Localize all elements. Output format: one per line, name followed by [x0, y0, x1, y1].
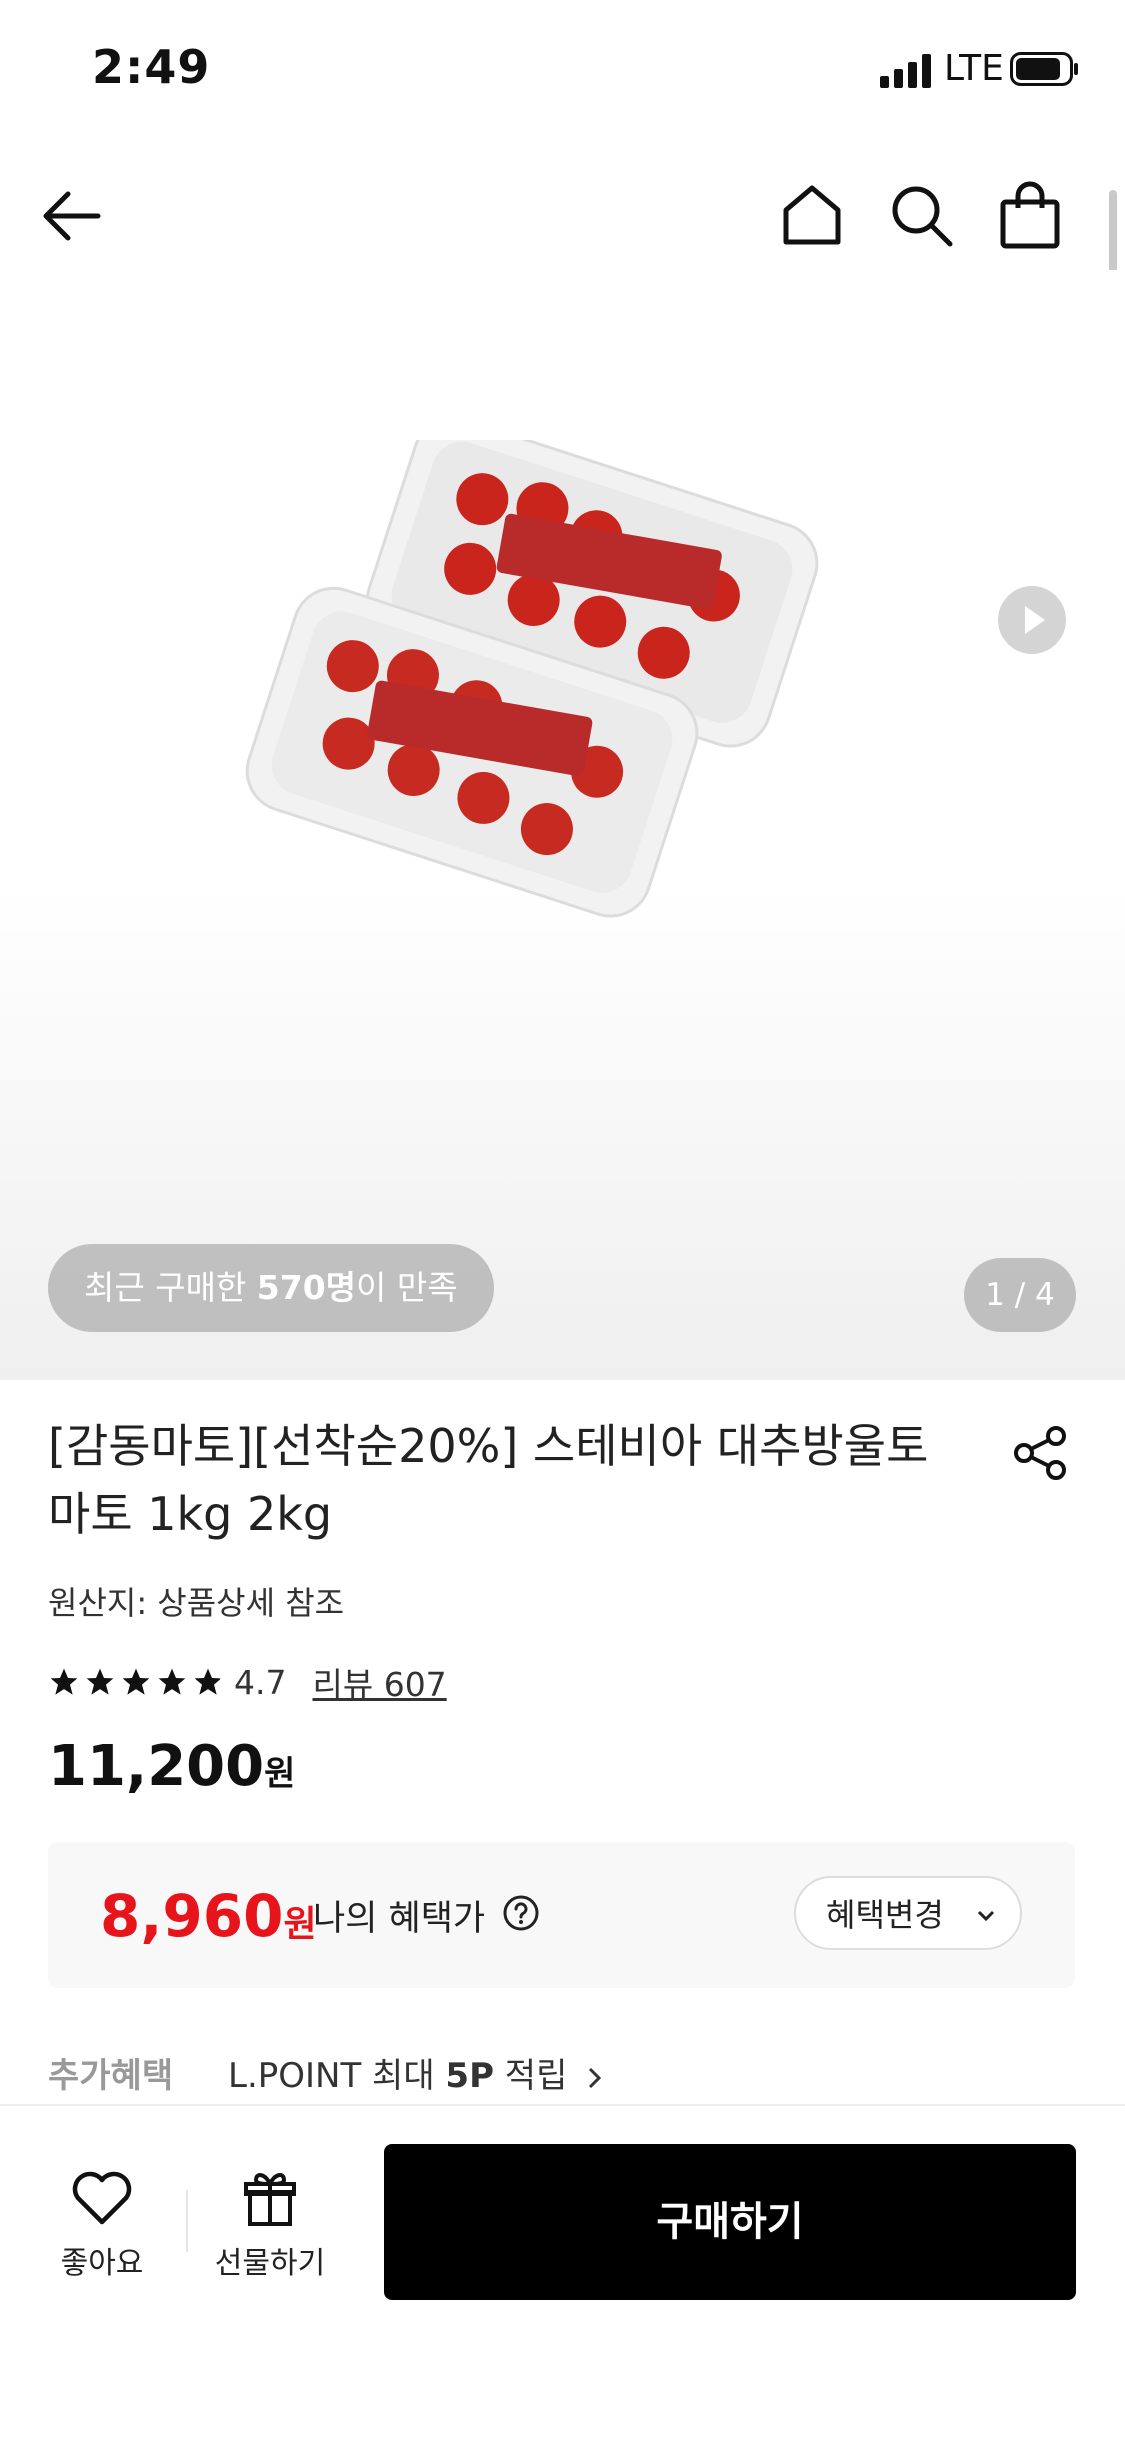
- like-button[interactable]: 좋아요: [40, 2168, 164, 2282]
- chevron-down-icon: [977, 1910, 995, 1922]
- status-time: 2:49: [92, 40, 211, 94]
- like-label: 좋아요: [60, 2246, 144, 2281]
- benefit-price-unit: 원: [283, 1904, 317, 1945]
- chevron-right-icon: [589, 2067, 602, 2088]
- benefit-label: 나의 혜택가: [313, 1899, 486, 1939]
- product-origin: 원산지: 상품상세 참조: [48, 1584, 345, 1622]
- satisfaction-suffix: 이 만족: [356, 1268, 458, 1307]
- shopping-bag-icon[interactable]: [994, 180, 1066, 252]
- share-icon[interactable]: [1010, 1422, 1072, 1484]
- benefit-box: 8,960원 나의 혜택가 혜택변경: [48, 1842, 1075, 1988]
- star-icon: [86, 1668, 114, 1695]
- gift-button[interactable]: 선물하기: [200, 2168, 340, 2282]
- rating-score: 4.7: [234, 1662, 287, 1702]
- gift-label: 선물하기: [214, 2246, 326, 2281]
- signal-icon: [880, 54, 931, 88]
- status-bar: 2:49 LTE: [0, 0, 1125, 140]
- benefit-change-button[interactable]: 혜택변경: [794, 1876, 1022, 1950]
- rating-row: 4.7 리뷰 607: [48, 1660, 447, 1704]
- rating-stars: [48, 1666, 224, 1698]
- network-type: LTE: [944, 48, 1004, 89]
- play-video-icon[interactable]: [998, 586, 1066, 654]
- divider: [186, 2190, 188, 2252]
- battery-icon: [1010, 52, 1078, 86]
- product-image: [245, 440, 819, 918]
- top-nav: [0, 150, 1125, 270]
- satisfaction-prefix: 최근 구매한: [84, 1268, 257, 1307]
- back-arrow-icon[interactable]: [36, 180, 108, 252]
- star-icon: [122, 1668, 150, 1695]
- star-half-icon: [194, 1668, 222, 1695]
- question-circle-icon[interactable]: [502, 1894, 540, 1932]
- benefit-change-label: 혜택변경: [826, 1896, 944, 1934]
- extra-benefit-label: 추가혜택: [48, 2056, 174, 2096]
- benefit-price-value: 8,960: [100, 1882, 284, 1950]
- home-icon[interactable]: [776, 180, 848, 252]
- satisfaction-count: 570명: [256, 1268, 357, 1307]
- extra-benefit-suffix: 적립: [494, 2056, 568, 2096]
- extra-benefit-link[interactable]: L.POINT 최대 5P 적립: [228, 2048, 604, 2097]
- heart-icon: [72, 2171, 132, 2225]
- satisfaction-badge: 최근 구매한 570명이 만족: [48, 1244, 494, 1332]
- price-value: 11,200: [48, 1734, 265, 1799]
- price-unit: 원: [264, 1754, 296, 1794]
- image-page-indicator: 1 / 4: [964, 1258, 1076, 1332]
- star-icon: [158, 1668, 186, 1695]
- gift-icon: [244, 2173, 296, 2226]
- product-price: 11,200원: [48, 1734, 295, 1799]
- buy-button[interactable]: 구매하기: [384, 2144, 1076, 2300]
- review-link[interactable]: 리뷰 607: [312, 1658, 446, 1706]
- star-icon: [50, 1668, 78, 1695]
- benefit-price: 8,960원: [100, 1882, 317, 1950]
- extra-benefit-points: 5P: [445, 2056, 494, 2096]
- product-image-gallery[interactable]: [0, 270, 1125, 1380]
- product-title: [감동마토][선착순20%] 스테비아 대추방울토마토 1kg 2kg: [48, 1419, 929, 1541]
- search-icon[interactable]: [886, 180, 958, 252]
- bottom-action-bar: 좋아요 선물하기 구매하기: [0, 2104, 1125, 2438]
- extra-benefit-prefix: L.POINT 최대: [228, 2056, 446, 2096]
